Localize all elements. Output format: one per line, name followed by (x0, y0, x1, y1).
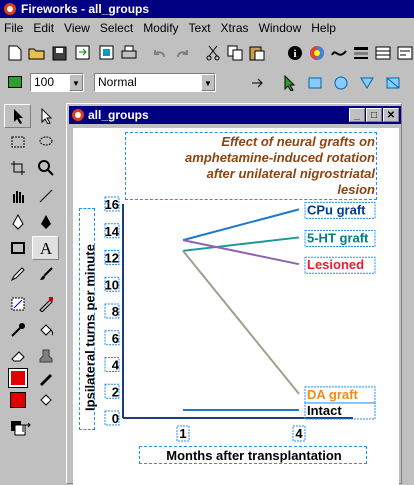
zoom-tool-icon[interactable] (32, 156, 59, 180)
chart-plot: 02468101214161 4CPu graft5-HT graftLesion… (104, 196, 376, 442)
menu-modify[interactable]: Modify (143, 21, 178, 35)
knife-tool-icon[interactable] (32, 292, 59, 316)
crop-tool-icon[interactable] (4, 156, 31, 180)
opacity-field[interactable]: 100 ▼ (30, 73, 84, 92)
rectangle-icon[interactable] (304, 72, 326, 94)
tools-panel: A (0, 100, 62, 484)
y-tick-label: 10 (105, 277, 119, 292)
menu-help[interactable]: Help (311, 21, 336, 35)
modify-toolbar: 100 ▼ Normal ▼ (0, 70, 414, 96)
hand-tool-icon[interactable] (4, 184, 31, 208)
y-tick-label: 2 (112, 384, 119, 399)
main-toolbar: i (0, 40, 414, 66)
frames-panel-icon[interactable] (372, 42, 394, 64)
document-titlebar: all_groups _ □ ✕ (69, 106, 401, 124)
opacity-value: 100 (34, 75, 55, 89)
lasso-tool-icon[interactable] (32, 130, 59, 154)
swap-colors-icon[interactable] (18, 416, 36, 440)
pencil-tool-icon[interactable] (4, 262, 31, 286)
app-titlebar: Fireworks - all_groups (0, 0, 414, 18)
fill-color-swatch[interactable] (4, 388, 31, 412)
redraw-path-tool-icon[interactable] (32, 210, 59, 234)
series-label: Lesioned (307, 257, 364, 272)
redo-icon[interactable] (172, 42, 194, 64)
ellipse-icon[interactable] (330, 72, 352, 94)
pen-tool-icon[interactable] (4, 210, 31, 234)
transform-icon[interactable] (382, 72, 404, 94)
print-icon[interactable] (118, 42, 140, 64)
x-tick-label: 4 (295, 426, 303, 441)
svg-text:A: A (39, 240, 52, 256)
minimize-button[interactable]: _ (349, 108, 365, 122)
chevron-down-icon[interactable]: ▼ (201, 74, 215, 91)
pencil-stroke-icon (32, 366, 59, 390)
fill-swatch-icon[interactable] (8, 76, 22, 88)
menu-edit[interactable]: Edit (33, 21, 54, 35)
paste-icon[interactable] (246, 42, 268, 64)
eyedropper-tool-icon[interactable] (4, 318, 31, 342)
app-title: Fireworks - all_groups (21, 2, 150, 16)
menu-window[interactable]: Window (259, 21, 302, 35)
cut-icon[interactable] (202, 42, 224, 64)
pointer-icon[interactable] (278, 72, 300, 94)
series-label: CPu graft (307, 202, 366, 217)
menu-bar: File Edit View Select Modify Text Xtras … (0, 18, 414, 38)
document-icon (72, 109, 84, 121)
save-icon[interactable] (48, 42, 70, 64)
brush-tool-icon[interactable] (32, 262, 59, 286)
align-left-icon[interactable] (248, 72, 270, 94)
layers-panel-icon[interactable] (350, 42, 372, 64)
rubber-stamp-tool-icon[interactable] (32, 344, 59, 368)
stroke-panel-icon[interactable] (328, 42, 350, 64)
menu-xtras[interactable]: Xtras (221, 21, 249, 35)
y-tick-label: 0 (112, 411, 119, 426)
blend-mode-value: Normal (98, 75, 137, 89)
menu-text[interactable]: Text (189, 21, 211, 35)
polygon-icon[interactable] (356, 72, 378, 94)
x-tick-label: 1 (179, 426, 186, 441)
text-tool-icon[interactable]: A (32, 236, 59, 260)
color-mixer-icon[interactable] (306, 42, 328, 64)
menu-file[interactable]: File (4, 21, 23, 35)
y-tick-label: 16 (105, 197, 119, 212)
y-axis-label-selection[interactable] (79, 208, 95, 430)
paint-bucket-tool-icon[interactable] (32, 318, 59, 342)
series-line (182, 208, 300, 242)
url-panel-icon[interactable] (394, 42, 414, 64)
line-tool-icon[interactable] (32, 184, 59, 208)
marquee-tool-icon[interactable] (4, 130, 31, 154)
document-title: all_groups (88, 108, 149, 122)
y-tick-label: 14 (105, 224, 120, 239)
x-axis-label-selection[interactable] (139, 446, 367, 464)
rectangle-tool-icon[interactable] (4, 236, 31, 260)
y-tick-label: 12 (105, 251, 119, 266)
chevron-down-icon[interactable]: ▼ (69, 74, 83, 91)
menu-view[interactable]: View (64, 21, 90, 35)
subselect-tool-icon[interactable] (32, 104, 59, 128)
svg-text:i: i (293, 48, 296, 60)
series-label: Intact (307, 403, 342, 418)
open-file-icon[interactable] (26, 42, 48, 64)
document-window: all_groups _ □ ✕ Effect of neural grafts… (66, 103, 402, 485)
new-file-icon[interactable] (4, 42, 26, 64)
copy-icon[interactable] (224, 42, 246, 64)
blend-mode-select[interactable]: Normal ▼ (94, 73, 216, 92)
fill-bucket-icon (32, 388, 59, 412)
y-tick-label: 6 (112, 331, 119, 346)
scale-tool-icon[interactable] (4, 292, 31, 316)
pointer-tool-icon[interactable] (4, 104, 31, 128)
series-label: 5-HT graft (307, 230, 369, 245)
series-line (182, 250, 300, 395)
series-label: DA graft (307, 387, 358, 402)
document-canvas[interactable]: Effect of neural grafts on amphetamine-i… (73, 128, 399, 485)
y-tick-label: 8 (112, 304, 119, 319)
undo-icon[interactable] (148, 42, 170, 64)
fireworks-logo-icon (4, 3, 16, 15)
import-icon[interactable] (72, 42, 94, 64)
menu-select[interactable]: Select (100, 21, 133, 35)
close-button[interactable]: ✕ (383, 108, 399, 122)
export-icon[interactable] (96, 42, 118, 64)
info-icon[interactable]: i (284, 42, 306, 64)
maximize-button[interactable]: □ (366, 108, 382, 122)
